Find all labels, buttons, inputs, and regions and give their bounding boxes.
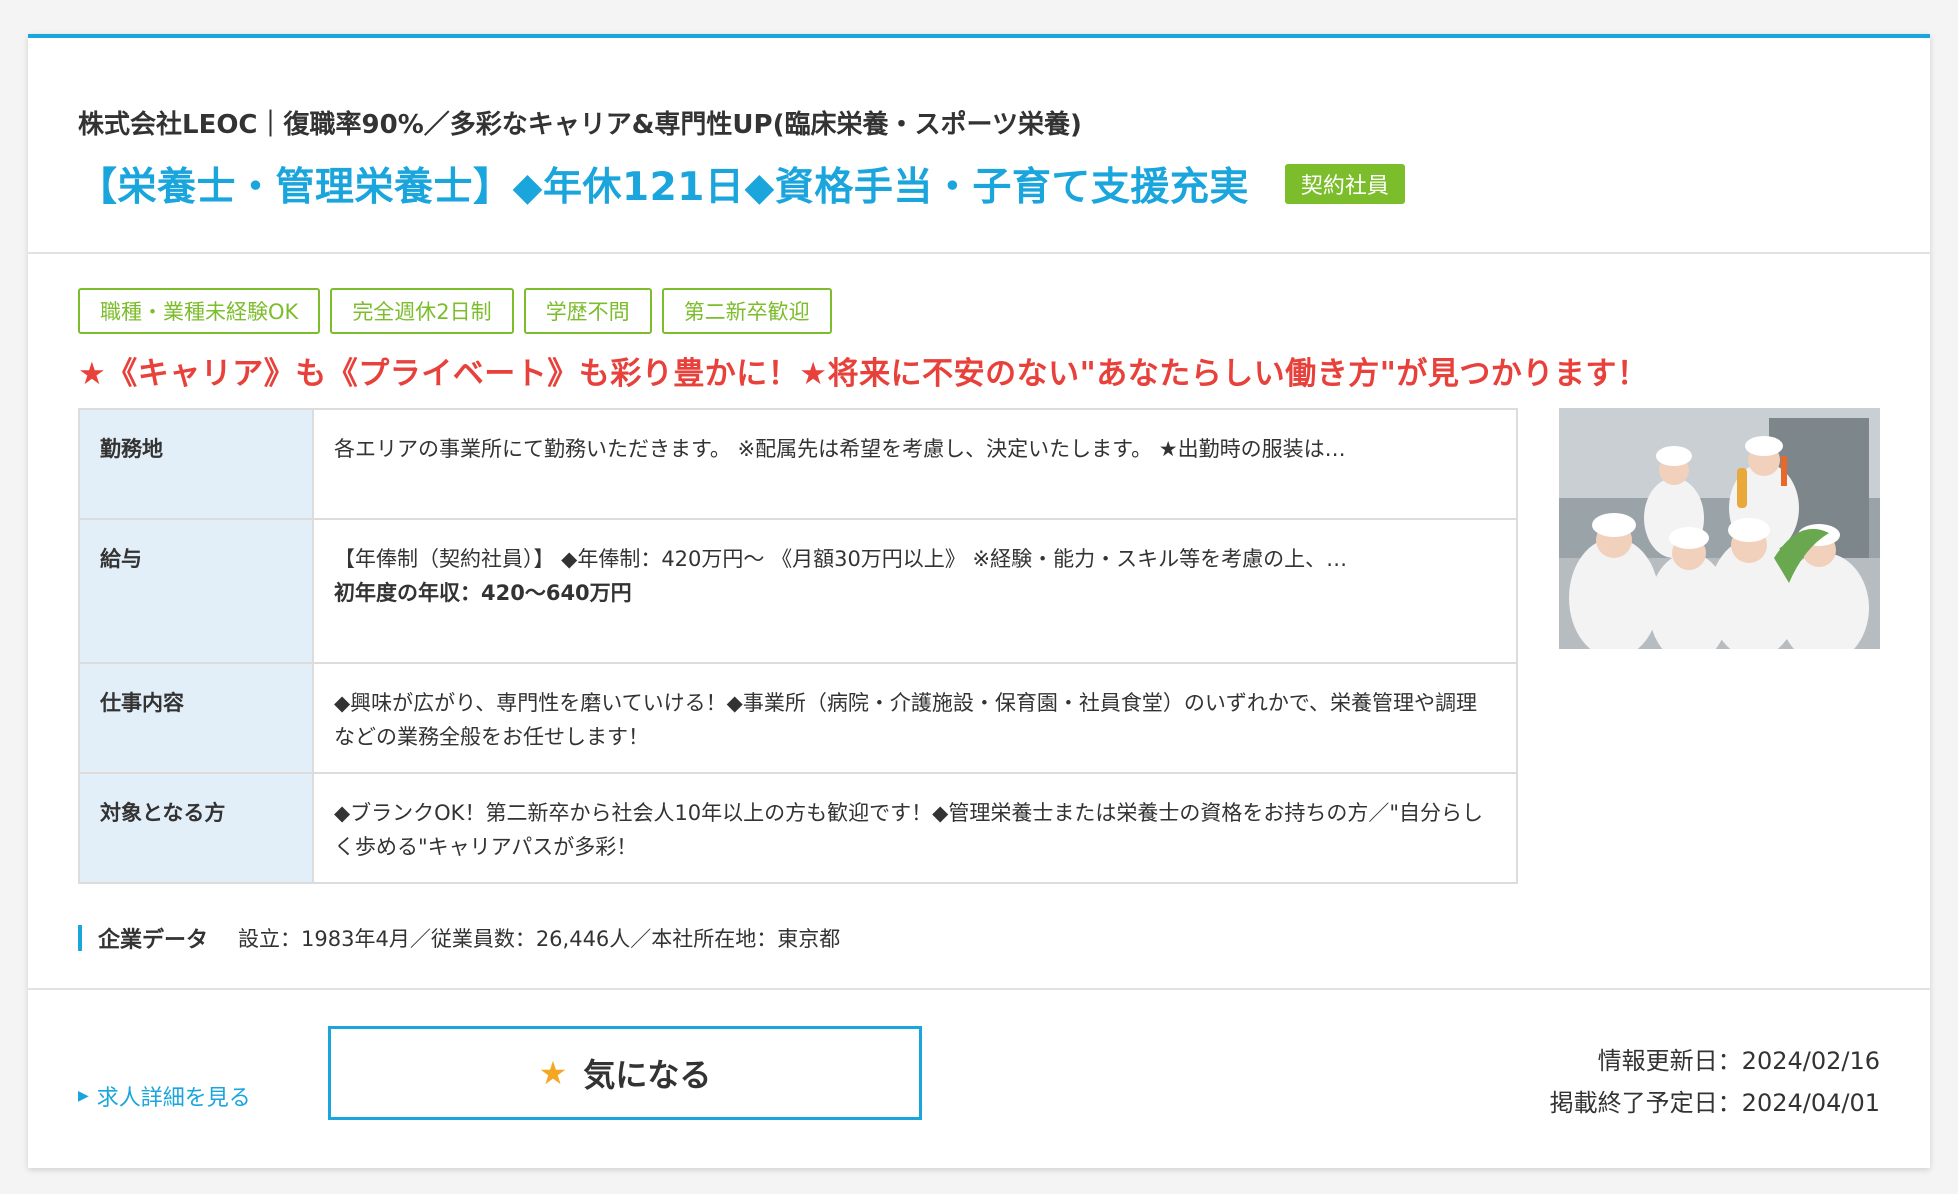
location-text: 各エリアの事業所にて勤務いただきます。 ※配属先は希望を考慮し、決定いたします。… bbox=[334, 437, 1346, 461]
star-icon: ★ bbox=[538, 1054, 568, 1092]
job-detail-link-label: 求人詳細を見る bbox=[96, 1086, 251, 1111]
job-info-table: 勤務地 各エリアの事業所にて勤務いただきます。 ※配属先は希望を考慮し、決定いた… bbox=[78, 408, 1518, 884]
end-date: 掲載終了予定日：2024/04/01 bbox=[1549, 1089, 1880, 1117]
updated-date: 情報更新日：2024/02/16 bbox=[1597, 1047, 1880, 1075]
posting-dates: 情報更新日：2024/02/16 掲載終了予定日：2024/04/01 bbox=[1550, 1040, 1880, 1124]
row-label-location: 勤務地 bbox=[78, 408, 314, 520]
title-row: 【栄養士・管理栄養士】◆年休121日◆資格手当・子育て支援充実 契約社員 bbox=[78, 156, 1405, 212]
feature-tag: 職種・業種未経験OK bbox=[78, 288, 321, 334]
favorite-button-label: 気になる bbox=[583, 1056, 712, 1094]
row-value-target: ◆ブランクOK！第二新卒から社会人10年以上の方も歓迎です！◆管理栄養士または栄… bbox=[312, 772, 1518, 884]
catch-copy: ★《キャリア》も《プライベート》も彩り豊かに！★将来に不安のない"あなたらしい働… bbox=[78, 356, 1649, 392]
accent-bar bbox=[78, 925, 82, 951]
feature-tag: 第二新卒歓迎 bbox=[661, 288, 832, 334]
job-detail-link[interactable]: ▶ 求人詳細を見る bbox=[78, 1080, 251, 1112]
company-name: 株式会社LEOC｜復職率90%／多彩なキャリア&専門性UP(臨床栄養・スポーツ栄… bbox=[78, 110, 1082, 140]
row-value-salary: 【年俸制（契約社員）】 ◆年俸制：420万円〜 《月額30万円以上》 ※経験・能… bbox=[312, 518, 1518, 664]
feature-tag: 完全週休2日制 bbox=[330, 288, 514, 334]
job-card: 株式会社LEOC｜復職率90%／多彩なキャリア&専門性UP(臨床栄養・スポーツ栄… bbox=[28, 34, 1930, 1168]
row-value-location: 各エリアの事業所にて勤務いただきます。 ※配属先は希望を考慮し、決定いたします。… bbox=[312, 408, 1518, 520]
row-label-salary: 給与 bbox=[78, 518, 314, 664]
job-photo bbox=[1559, 408, 1880, 649]
feature-tag: 学歴不問 bbox=[523, 288, 652, 334]
target-text: ◆ブランクOK！第二新卒から社会人10年以上の方も歓迎です！◆管理栄養士または栄… bbox=[334, 801, 1483, 859]
table-row: 対象となる方 ◆ブランクOK！第二新卒から社会人10年以上の方も歓迎です！◆管理… bbox=[78, 772, 1518, 884]
row-label-job-description: 仕事内容 bbox=[78, 662, 314, 774]
table-row: 勤務地 各エリアの事業所にて勤務いただきます。 ※配属先は希望を考慮し、決定いた… bbox=[78, 408, 1518, 520]
triangle-right-icon: ▶ bbox=[78, 1088, 89, 1104]
table-row: 仕事内容 ◆興味が広がり、専門性を磨いていける！◆事業所（病院・介護施設・保育園… bbox=[78, 662, 1518, 774]
job-header: 株式会社LEOC｜復職率90%／多彩なキャリア&専門性UP(臨床栄養・スポーツ栄… bbox=[28, 38, 1930, 254]
table-row: 給与 【年俸制（契約社員）】 ◆年俸制：420万円〜 《月額30万円以上》 ※経… bbox=[78, 518, 1518, 664]
favorite-button[interactable]: ★ 気になる bbox=[328, 1026, 922, 1120]
job-description-text: ◆興味が広がり、専門性を磨いていける！◆事業所（病院・介護施設・保育園・社員食堂… bbox=[334, 691, 1477, 749]
corporate-data-label: 企業データ bbox=[98, 928, 209, 953]
job-title[interactable]: 【栄養士・管理栄養士】◆年休121日◆資格手当・子育て支援充実 bbox=[78, 156, 1249, 212]
corporate-data-text: 設立：1983年4月／従業員数：26,446人／本社所在地：東京都 bbox=[238, 927, 841, 951]
salary-text: 【年俸制（契約社員）】 ◆年俸制：420万円〜 《月額30万円以上》 ※経験・能… bbox=[334, 547, 1348, 571]
row-label-target: 対象となる方 bbox=[78, 772, 314, 884]
corporate-data: 企業データ 設立：1983年4月／従業員数：26,446人／本社所在地：東京都 bbox=[78, 922, 840, 954]
feature-tags: 職種・業種未経験OK 完全週休2日制 学歴不問 第二新卒歓迎 bbox=[78, 288, 832, 334]
annual-income: 初年度の年収：420〜640万円 bbox=[334, 581, 632, 605]
employment-type-badge: 契約社員 bbox=[1284, 164, 1405, 204]
row-value-job-description: ◆興味が広がり、専門性を磨いていける！◆事業所（病院・介護施設・保育園・社員食堂… bbox=[312, 662, 1518, 774]
staff-photo-illustration bbox=[1559, 408, 1880, 649]
